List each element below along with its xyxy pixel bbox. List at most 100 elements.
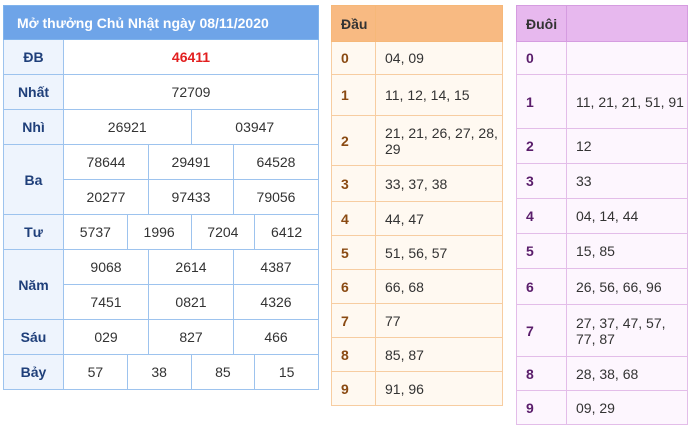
prize-value: 4326 [233,284,319,320]
duoi-row-0: 0 [516,41,688,75]
duoi-value [566,41,688,75]
prize-row-nam: Năm 9068 2614 4387 [3,249,319,320]
duoi-row-2: 2 12 [516,128,688,164]
duoi-row-8: 8 28, 38, 68 [516,356,688,391]
prize-value: 03947 [190,109,319,145]
duoi-row-5: 5 15, 85 [516,233,688,269]
prize-row-sau: Sáu 029 827 466 [3,319,319,355]
prize-value: 6412 [254,214,319,250]
dau-key: 9 [331,371,376,406]
duoi-key: 1 [516,74,567,129]
duoi-row-9: 9 09, 29 [516,390,688,425]
prize-value: 57 [63,354,128,390]
duoi-row-6: 6 26, 56, 66, 96 [516,268,688,305]
prize-value: 85 [190,354,256,390]
duoi-row-1: 1 11, 21, 21, 51, 91 [516,74,688,129]
prize-value: 0821 [148,284,234,320]
dau-key: 6 [331,269,376,304]
dau-key: 0 [331,41,376,75]
dau-value: 77 [375,303,503,338]
dau-key: 5 [331,235,376,270]
dau-row-3: 3 33, 37, 38 [331,165,503,202]
duoi-value: 11, 21, 21, 51, 91 [566,74,688,129]
duoi-header: Đuôi [516,5,567,42]
dau-header-blank [375,5,503,42]
dau-value: 11, 12, 14, 15 [375,74,503,116]
prize-value: 64528 [233,144,319,180]
dau-value: 66, 68 [375,269,503,304]
duoi-row-4: 4 04, 14, 44 [516,198,688,234]
prize-value: 20277 [63,179,149,215]
prize-value: 4387 [233,249,319,285]
duoi-key: 8 [516,356,567,391]
prize-label-nhi: Nhì [3,109,64,145]
duoi-value: 27, 37, 47, 57, 77, 87 [566,304,688,357]
dau-key: 7 [331,303,376,338]
prize-label-nam: Năm [3,249,64,320]
dau-key: 3 [331,165,376,202]
prize-value: 9068 [63,249,149,285]
duoi-table: Đuôi 0 1 11, 21, 21, 51, 91 2 12 3 33 4 … [516,5,688,425]
dau-key: 4 [331,201,376,236]
prize-value: 2614 [148,249,234,285]
dau-value: 85, 87 [375,337,503,372]
duoi-value: 33 [566,163,688,199]
prize-value: 7451 [63,284,149,320]
prize-value: 46411 [63,39,319,75]
dau-key: 1 [331,74,376,116]
prize-row-nhat: Nhất 72709 [3,74,319,110]
prize-row-bay: Bảy 57 38 85 15 [3,354,319,390]
prize-value: 72709 [63,74,319,110]
prize-value: 79056 [233,179,319,215]
dau-key: 8 [331,337,376,372]
duoi-value: 26, 56, 66, 96 [566,268,688,305]
dau-row-8: 8 85, 87 [331,337,503,372]
dau-row-5: 5 51, 56, 57 [331,235,503,270]
prize-value: 827 [148,319,234,355]
duoi-value: 04, 14, 44 [566,198,688,234]
duoi-value: 15, 85 [566,233,688,269]
duoi-row-3: 3 33 [516,163,688,199]
dau-value: 33, 37, 38 [375,165,503,202]
duoi-row-7: 7 27, 37, 47, 57, 77, 87 [516,304,688,357]
dau-row-2: 2 21, 21, 26, 27, 28, 29 [331,115,503,166]
dau-value: 91, 96 [375,371,503,406]
dau-value: 21, 21, 26, 27, 28, 29 [375,115,503,166]
prize-value: 38 [126,354,192,390]
prize-label-nhat: Nhất [3,74,64,110]
prize-label-ba: Ba [3,144,64,215]
prize-value: 15 [254,354,319,390]
prize-label-tu: Tư [3,214,64,250]
dau-row-0: 0 04, 09 [331,41,503,75]
results-title: Mở thưởng Chủ Nhật ngày 08/11/2020 [3,5,319,40]
prize-value: 466 [233,319,319,355]
prize-label-db: ĐB [3,39,64,75]
prize-value: 97433 [148,179,234,215]
duoi-key: 5 [516,233,567,269]
prize-row-tu: Tư 5737 1996 7204 6412 [3,214,319,250]
dau-value: 04, 09 [375,41,503,75]
prize-value: 7204 [190,214,256,250]
results-table: Mở thưởng Chủ Nhật ngày 08/11/2020 ĐB 46… [3,5,319,390]
dau-row-6: 6 66, 68 [331,269,503,304]
prize-value: 5737 [63,214,128,250]
dau-key: 2 [331,115,376,166]
duoi-key: 2 [516,128,567,164]
prize-value: 26921 [63,109,192,145]
prize-value: 29491 [148,144,234,180]
duoi-key: 6 [516,268,567,305]
duoi-value: 12 [566,128,688,164]
duoi-key: 4 [516,198,567,234]
prize-label-sau: Sáu [3,319,64,355]
dau-row-9: 9 91, 96 [331,371,503,406]
dau-value: 44, 47 [375,201,503,236]
duoi-key: 0 [516,41,567,75]
duoi-key: 3 [516,163,567,199]
dau-header: Đầu [331,5,376,42]
dau-row-7: 7 77 [331,303,503,338]
duoi-value: 28, 38, 68 [566,356,688,391]
duoi-header-blank [566,5,688,42]
prize-row-db: ĐB 46411 [3,39,319,75]
duoi-key: 9 [516,390,567,425]
prize-label-bay: Bảy [3,354,64,390]
